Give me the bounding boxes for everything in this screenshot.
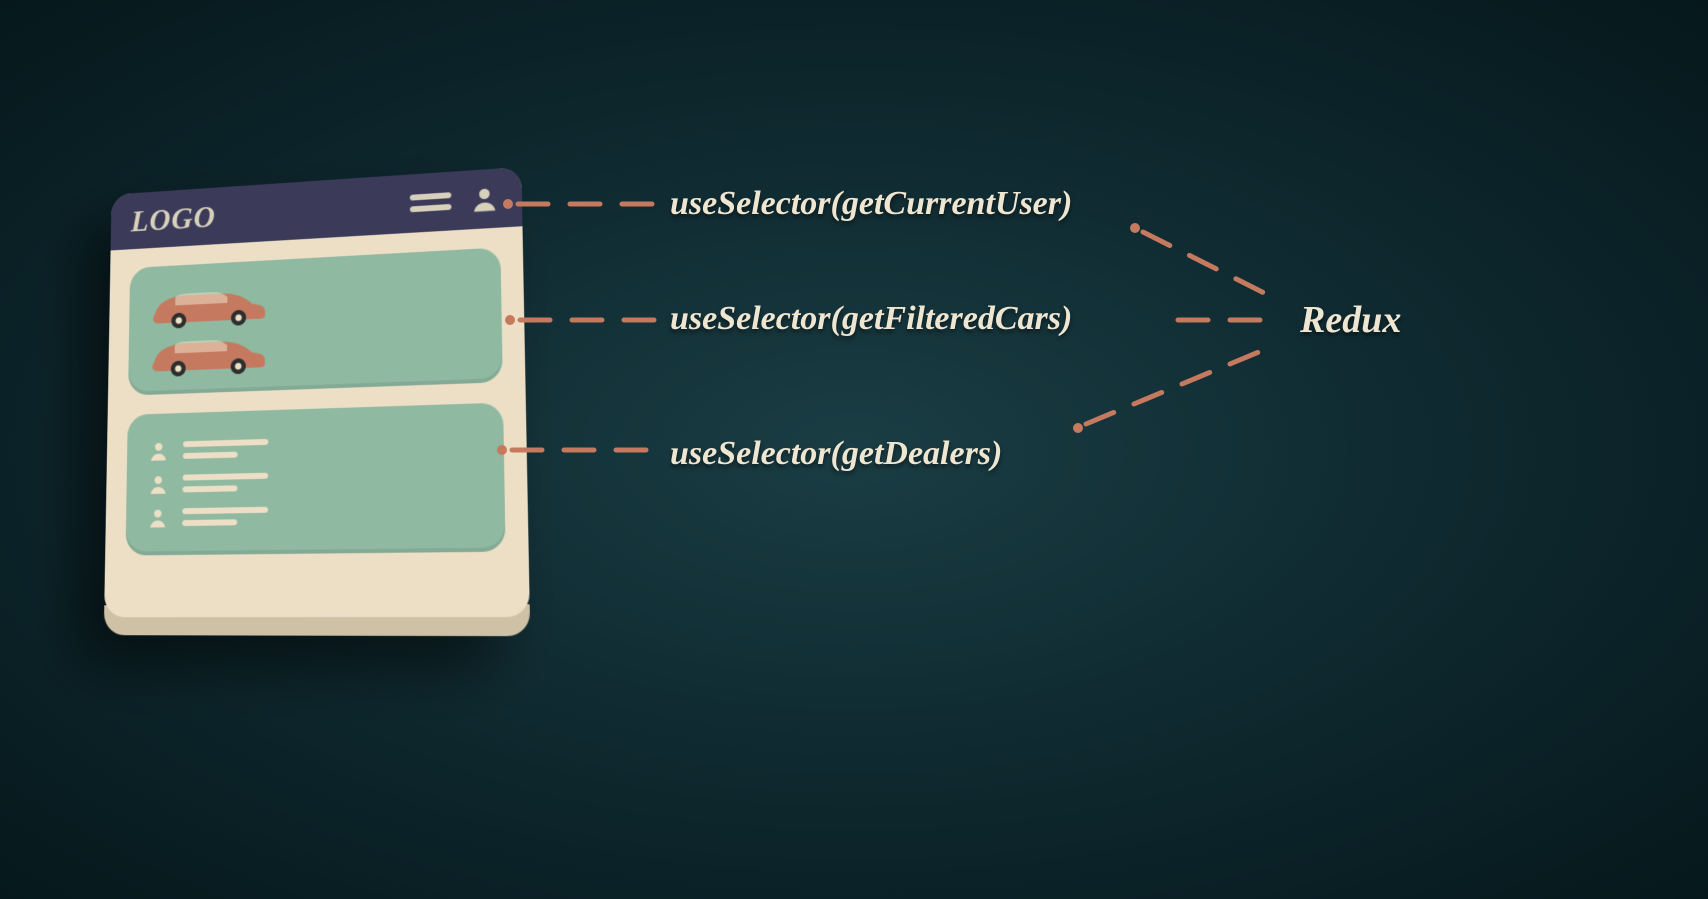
selector-label-dealers: useSelector(getDealers) — [670, 435, 1002, 473]
placeholder-lines — [182, 473, 268, 493]
dealers-panel — [126, 403, 506, 556]
app-logo: LOGO — [131, 187, 393, 239]
list-item — [147, 465, 482, 496]
user-icon — [469, 183, 500, 214]
user-icon — [146, 506, 169, 530]
selector-label-user: useSelector(getCurrentUser) — [670, 185, 1072, 223]
selector-label-cars: useSelector(getFilteredCars) — [670, 300, 1072, 338]
list-item — [147, 430, 481, 463]
placeholder-lines — [182, 507, 268, 526]
user-icon — [147, 439, 170, 463]
diagram-stage: LOGO — [0, 0, 1708, 899]
menu-icon — [410, 192, 452, 212]
redux-store-label: Redux — [1300, 298, 1401, 342]
user-icon — [147, 472, 170, 496]
list-item — [146, 500, 482, 530]
placeholder-lines — [183, 439, 269, 459]
app-mockup: LOGO — [95, 175, 525, 615]
cars-panel — [128, 247, 503, 395]
app-header: LOGO — [111, 167, 523, 251]
